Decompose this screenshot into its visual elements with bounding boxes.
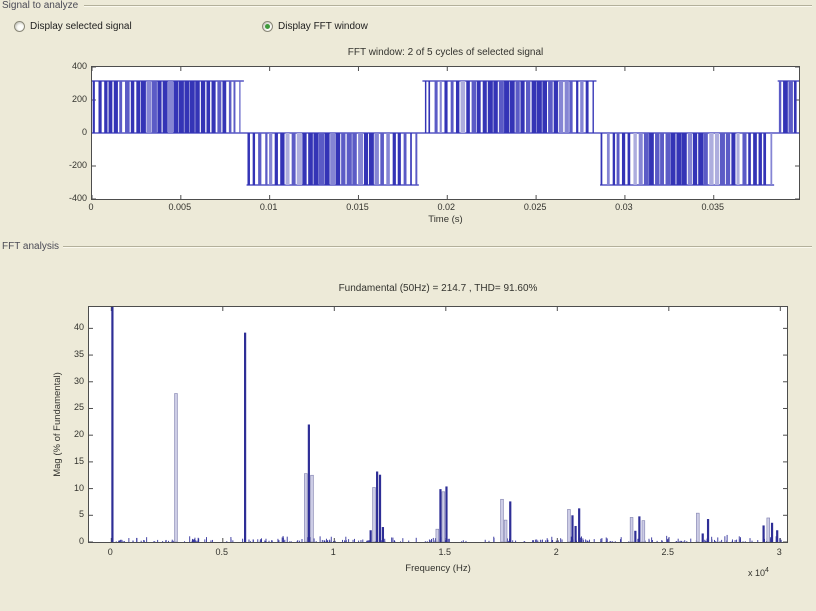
fft-window-svg bbox=[92, 67, 799, 199]
fft-spectrum-plot bbox=[88, 306, 788, 543]
tick-label: -400 bbox=[57, 193, 87, 203]
tick-label: 0 bbox=[71, 202, 111, 212]
tick-label: 400 bbox=[57, 61, 87, 71]
tick-label: 200 bbox=[57, 94, 87, 104]
tick-label: 15 bbox=[60, 456, 84, 466]
tick-label: 40 bbox=[60, 322, 84, 332]
tick-label: 10 bbox=[60, 483, 84, 493]
radio-label: Display FFT window bbox=[278, 21, 368, 32]
radio-display-fft-window[interactable]: Display FFT window bbox=[262, 21, 368, 32]
fft-window-xlabel: Time (s) bbox=[91, 214, 800, 225]
tick-label: 0.025 bbox=[515, 202, 555, 212]
fft-spectrum-title: Fundamental (50Hz) = 214.7 , THD= 91.60% bbox=[88, 283, 788, 294]
tick-label: 0 bbox=[90, 547, 130, 557]
x-axis-multiplier: x 104 bbox=[748, 567, 769, 578]
fft-spectrum-svg bbox=[89, 307, 787, 542]
radio-button-icon[interactable] bbox=[14, 21, 25, 32]
tick-label: 2 bbox=[536, 547, 576, 557]
tick-label: 0.015 bbox=[337, 202, 377, 212]
tick-label: 2.5 bbox=[648, 547, 688, 557]
tick-label: 0.03 bbox=[604, 202, 644, 212]
tick-label: 0.01 bbox=[249, 202, 289, 212]
tick-label: 0.5 bbox=[202, 547, 242, 557]
fft-panel-label: FFT analysis bbox=[2, 241, 63, 252]
fft-spectrum-xlabel: Frequency (Hz) bbox=[88, 563, 788, 574]
tick-label: 0.035 bbox=[693, 202, 733, 212]
fft-panel-separator bbox=[58, 246, 812, 247]
tick-label: 1.5 bbox=[425, 547, 465, 557]
fft-spectrum-ylabel: Mag (% of Fundamental) bbox=[52, 306, 63, 543]
tick-label: 1 bbox=[313, 547, 353, 557]
radio-label: Display selected signal bbox=[30, 21, 132, 32]
tick-label: 35 bbox=[60, 349, 84, 359]
radio-display-selected-signal[interactable]: Display selected signal bbox=[14, 21, 132, 32]
fft-window-plot bbox=[91, 66, 800, 200]
signal-panel-separator bbox=[84, 5, 812, 6]
tick-label: 20 bbox=[60, 429, 84, 439]
tick-label: -200 bbox=[57, 160, 87, 170]
signal-panel-label: Signal to analyze bbox=[2, 0, 82, 11]
tick-label: 3 bbox=[759, 547, 799, 557]
tick-label: 0.02 bbox=[426, 202, 466, 212]
fft-window-plot-title: FFT window: 2 of 5 cycles of selected si… bbox=[91, 47, 800, 58]
tick-label: 5 bbox=[60, 509, 84, 519]
tick-label: 25 bbox=[60, 402, 84, 412]
tick-label: 0 bbox=[57, 127, 87, 137]
tick-label: 0.005 bbox=[160, 202, 200, 212]
radio-button-icon[interactable] bbox=[262, 21, 273, 32]
tick-label: 0 bbox=[60, 536, 84, 546]
tick-label: 30 bbox=[60, 376, 84, 386]
